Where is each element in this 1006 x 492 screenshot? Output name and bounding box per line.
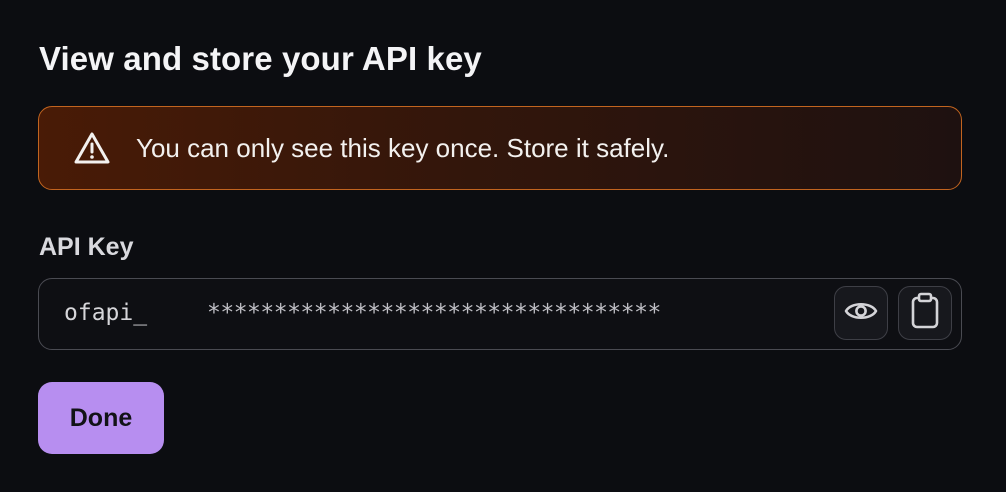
dialog-title: View and store your API key: [39, 40, 482, 77]
api-key-label: API Key: [39, 233, 134, 261]
copy-key-button[interactable]: [898, 286, 952, 340]
api-key-dialog: View and store your API key You can only…: [0, 0, 1006, 492]
api-key-field[interactable]: ofapi_ *********************************…: [38, 278, 962, 350]
api-key-masked-value: **********************************: [207, 300, 661, 326]
warning-text: You can only see this key once. Store it…: [136, 133, 670, 163]
done-button[interactable]: Done: [38, 382, 164, 454]
warning-banner: You can only see this key once. Store it…: [38, 106, 962, 190]
reveal-key-button[interactable]: [834, 286, 888, 340]
api-key-prefix: ofapi_: [64, 300, 148, 326]
warning-triangle-icon: [72, 129, 112, 169]
eye-icon: [843, 293, 879, 334]
clipboard-icon: [909, 292, 941, 335]
